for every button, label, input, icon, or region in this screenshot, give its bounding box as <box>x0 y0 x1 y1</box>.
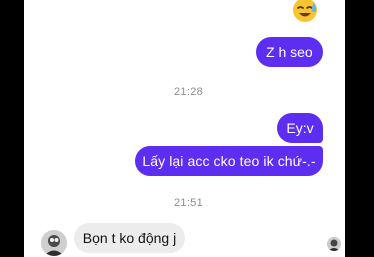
message-text: Ey:v <box>286 120 314 136</box>
timestamp: 21:51 <box>174 197 204 209</box>
message-text: Z h seo <box>266 44 313 60</box>
outgoing-message[interactable]: Lấy lại acc cko teo ik chứ-.- <box>135 146 323 176</box>
chat-thread: Z h seo 21:28 Ey:v Lấy lại acc cko teo i… <box>24 0 345 257</box>
outgoing-message[interactable]: Z h seo <box>256 37 323 67</box>
avatar-image-icon <box>41 230 67 256</box>
message-text: Lấy lại acc cko teo ik chứ-.- <box>142 153 316 169</box>
timestamp: 21:28 <box>174 86 204 98</box>
seen-avatar-icon <box>327 237 341 251</box>
sweat-smile-emoji-icon <box>293 0 317 22</box>
outgoing-message[interactable]: Ey:v <box>277 113 323 143</box>
incoming-message[interactable]: Bọn t ko động j <box>74 223 185 253</box>
contact-avatar[interactable] <box>41 230 67 256</box>
seen-receipt <box>327 237 341 251</box>
message-text: Bọn t ko động j <box>82 230 177 246</box>
